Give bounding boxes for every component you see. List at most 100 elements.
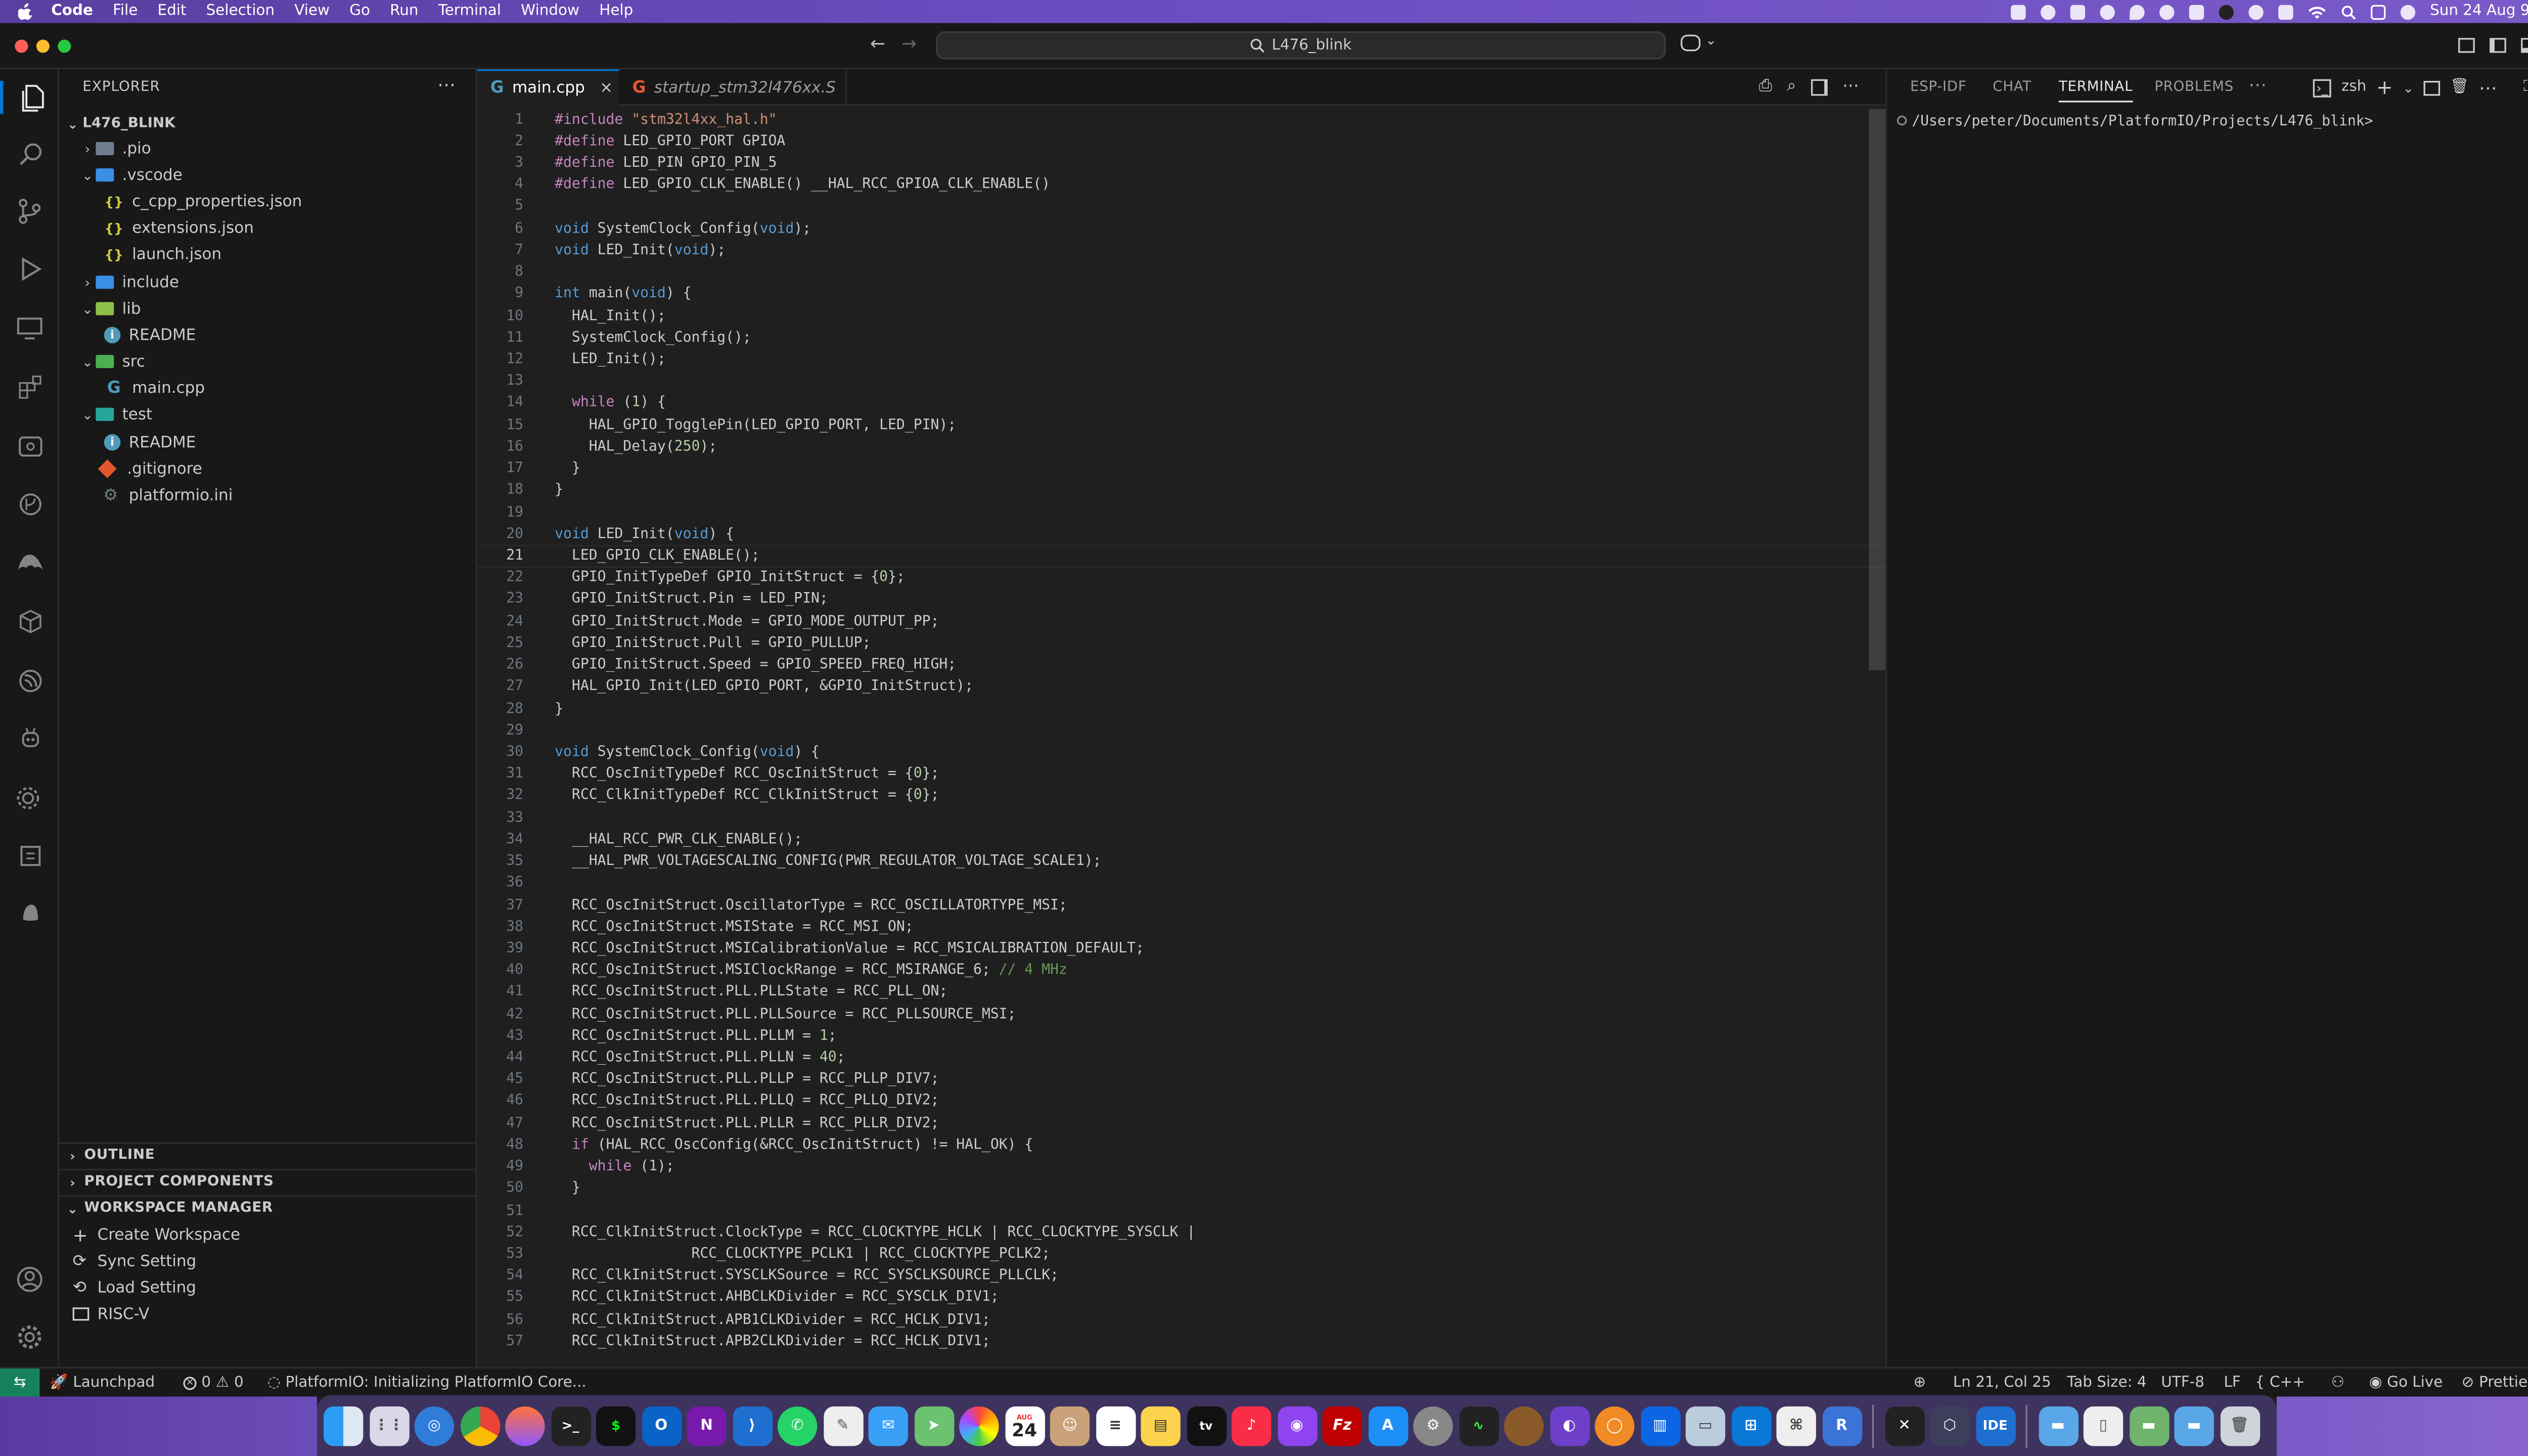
code-line[interactable]: 49 while (1); xyxy=(477,1157,1885,1178)
risc-v-item[interactable]: RISC-V xyxy=(72,1301,149,1327)
copilot-icon[interactable] xyxy=(1681,34,1701,52)
tree-item-lib-readme[interactable]: i README xyxy=(60,322,477,348)
x11-icon[interactable]: ✕ xyxy=(1884,1405,1924,1445)
penguin-icon[interactable] xyxy=(13,896,46,929)
code-line[interactable]: 32 RCC_ClkInitTypeDef RCC_ClkInitStruct … xyxy=(477,786,1885,807)
code-line[interactable]: 20 void LED_Init(void) { xyxy=(477,524,1885,545)
layout-sidebar-icon[interactable] xyxy=(2490,38,2506,53)
minimize-window-button[interactable] xyxy=(36,39,50,53)
code-line[interactable]: 23 GPIO_InitStruct.Pin = LED_PIN; xyxy=(477,589,1885,611)
preview-icon[interactable]: ▭ xyxy=(1685,1405,1726,1445)
code-line[interactable]: 34 __HAL_RCC_PWR_CLK_ENABLE(); xyxy=(477,829,1885,851)
grid-app-icon[interactable] xyxy=(2010,4,2026,19)
menu-selection[interactable]: Selection xyxy=(206,4,275,20)
command-center-search[interactable]: L476_blink xyxy=(936,31,1666,60)
code-line[interactable]: 26 GPIO_InitStruct.Speed = GPIO_SPEED_FR… xyxy=(477,655,1885,676)
code-line[interactable]: 10 HAL_Init(); xyxy=(477,305,1885,327)
espressif-icon[interactable] xyxy=(13,664,46,697)
code-line[interactable]: 16 HAL_Delay(250); xyxy=(477,436,1885,458)
editor-vertical-scrollbar[interactable] xyxy=(1869,109,1885,670)
containers-icon[interactable] xyxy=(13,429,46,462)
tree-item-test-readme[interactable]: i README xyxy=(60,429,477,456)
code-line[interactable]: 22 GPIO_InitTypeDef GPIO_InitStruct = {0… xyxy=(477,567,1885,589)
launchpad-icon[interactable]: ⋮⋮ xyxy=(369,1405,409,1445)
launchpad-item[interactable]: 🚀 Launchpad xyxy=(50,1369,155,1397)
adobe-icon[interactable] xyxy=(2070,4,2085,19)
code-line[interactable]: 51 xyxy=(477,1200,1885,1222)
code-line[interactable]: 57 RCC_ClkInitStruct.APB2CLKDivider = RC… xyxy=(477,1331,1885,1353)
new-terminal-plus-icon[interactable]: + xyxy=(2376,76,2393,99)
tree-item-pio[interactable]: › .pio xyxy=(60,135,477,162)
code-line[interactable]: 28} xyxy=(477,698,1885,720)
photos-icon[interactable] xyxy=(959,1405,999,1445)
podcasts-icon[interactable]: ◉ xyxy=(1277,1405,1317,1445)
windows-app-icon[interactable]: ⊞ xyxy=(1731,1405,1771,1445)
problems-indicator[interactable]: × 0 ⚠ 0 xyxy=(183,1369,244,1397)
code-line[interactable]: 13 xyxy=(477,371,1885,392)
terminal-shell-label[interactable]: zsh xyxy=(2341,79,2366,96)
outline-section-header[interactable]: › OUTLINE xyxy=(60,1143,477,1169)
tree-item-extensions-json[interactable]: {} extensions.json xyxy=(60,214,477,241)
source-control-icon[interactable] xyxy=(13,195,46,228)
code-line[interactable]: 18} xyxy=(477,480,1885,502)
trello-icon[interactable]: ▥ xyxy=(1640,1405,1680,1445)
menu-view[interactable]: View xyxy=(294,4,330,20)
calendar-icon[interactable]: AUG 24 xyxy=(1004,1405,1045,1445)
menu-help[interactable]: Help xyxy=(599,4,633,20)
more-actions-icon[interactable]: ⋯ xyxy=(2479,77,2497,98)
zoom-indicator[interactable]: ⊕ xyxy=(1913,1369,1926,1397)
code-line[interactable]: 36 xyxy=(477,873,1885,894)
control-center-icon[interactable] xyxy=(2370,4,2385,19)
firefox-icon[interactable] xyxy=(505,1405,545,1445)
zoom-window-button[interactable] xyxy=(58,39,71,53)
remote-explorer-icon[interactable] xyxy=(13,312,46,345)
language-indicator[interactable]: { C++ xyxy=(2255,1369,2305,1397)
music-icon[interactable]: ♪ xyxy=(1231,1405,1272,1445)
explorer-files-icon[interactable] xyxy=(0,81,60,114)
trash-icon[interactable]: 🗑 xyxy=(2220,1405,2260,1445)
siri-icon[interactable] xyxy=(2400,4,2415,19)
code-line[interactable]: 31 RCC_OscInitTypeDef RCC_OscInitStruct … xyxy=(477,764,1885,786)
code-line[interactable]: 38 RCC_OscInitStruct.MSIState = RCC_MSI_… xyxy=(477,917,1885,938)
copilot-chevron-down-icon[interactable]: ⌄ xyxy=(1705,33,1717,48)
whatsapp-icon[interactable]: ✆ xyxy=(777,1405,818,1445)
load-setting-item[interactable]: ⟲ Load Setting xyxy=(73,1275,196,1301)
code-line[interactable]: 42 RCC_OscInitStruct.PLL.PLLSource = RCC… xyxy=(477,1004,1885,1025)
go-live-button[interactable]: ◉ Go Live xyxy=(2369,1369,2443,1397)
safari-icon[interactable]: ◎ xyxy=(414,1405,454,1445)
tree-item-platformio-ini[interactable]: ⚙ platformio.ini xyxy=(60,482,477,508)
code-line[interactable]: 30 void SystemClock_Config(void) { xyxy=(477,742,1885,763)
spotlight-search-icon[interactable] xyxy=(2341,4,2356,19)
copilot-status[interactable]: ⚇ xyxy=(2331,1369,2344,1397)
cursor-position[interactable]: Ln 21, Col 25 xyxy=(1953,1369,2051,1397)
outlook-icon[interactable]: O xyxy=(641,1405,681,1445)
folder-icon[interactable]: ▬ xyxy=(2129,1405,2169,1445)
system-settings-icon[interactable]: ⚙ xyxy=(1413,1405,1453,1445)
apple-logo-icon[interactable] xyxy=(18,3,38,20)
menu-go[interactable]: Go xyxy=(349,4,370,20)
tab-main-cpp[interactable]: G main.cpp × xyxy=(477,69,619,106)
code-line[interactable]: 46 RCC_OscInitStruct.PLL.PLLQ = RCC_PLLQ… xyxy=(477,1091,1885,1113)
folder-icon[interactable]: ▬ xyxy=(2174,1405,2214,1445)
wifi-icon[interactable] xyxy=(2308,4,2326,19)
notes-icon[interactable]: ▤ xyxy=(1141,1405,1181,1445)
code-line[interactable]: 17 } xyxy=(477,458,1885,480)
chevron-down-icon[interactable]: ⌄ xyxy=(2403,80,2414,95)
tab-startup-s[interactable]: G startup_stm32l476xx.S xyxy=(619,69,847,106)
tree-item-c-cpp-properties[interactable]: {} c_cpp_properties.json xyxy=(60,188,477,214)
tree-item-launch-json[interactable]: {} launch.json xyxy=(60,241,477,267)
menu-file[interactable]: File xyxy=(113,4,138,20)
cube-icon[interactable] xyxy=(13,604,46,637)
code-line[interactable]: 54 RCC_ClkInitStruct.SYSCLKSource = RCC_… xyxy=(477,1265,1885,1287)
nav-back-arrow-icon[interactable]: ← xyxy=(870,33,885,54)
search-icon[interactable] xyxy=(13,137,46,170)
menu-run[interactable]: Run xyxy=(390,4,418,20)
manage-gear-icon[interactable] xyxy=(13,1321,46,1353)
explorer-more-actions-icon[interactable]: ⋯ xyxy=(437,74,456,96)
tree-item-lib[interactable]: ⌄ lib xyxy=(60,295,477,322)
menu-terminal[interactable]: Terminal xyxy=(438,4,501,20)
tool-icon[interactable] xyxy=(2189,4,2204,19)
onenote-icon[interactable]: N xyxy=(687,1405,727,1445)
script-app-icon[interactable]: ⌘ xyxy=(1776,1405,1816,1445)
project-components-section-header[interactable]: › PROJECT COMPONENTS xyxy=(60,1169,477,1195)
